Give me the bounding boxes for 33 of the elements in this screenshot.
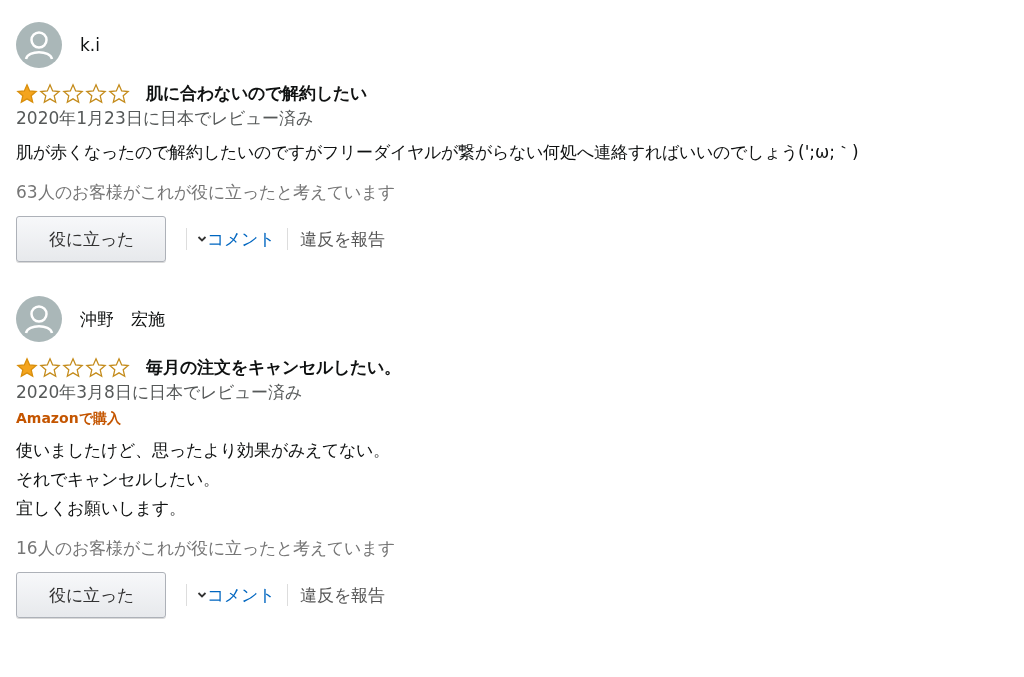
review-date: 2020年1月23日に日本でレビュー済み [16,107,314,130]
star-icon [39,356,61,379]
helpful-button[interactable]: 役に立った [16,572,166,618]
star-icon [108,356,130,379]
reviewer-name: 沖野 宏施 [80,307,165,331]
star-icon [16,82,38,105]
verified-purchase-label: Amazonで購入 [16,410,122,428]
helpful-count: 16人のお客様がこれが役に立ったと考えています [16,537,396,560]
star-icon [39,82,61,105]
comment-link[interactable]: コメント [207,583,275,607]
star-icon [62,82,84,105]
report-link[interactable]: 違反を報告 [300,227,385,251]
caret-icon[interactable] [197,235,207,243]
review-title[interactable]: 毎月の注文をキャンセルしたい。 [146,356,401,379]
star-icon [85,82,107,105]
review-title[interactable]: 肌に合わないので解約したい [146,82,367,105]
caret-icon[interactable] [197,591,207,599]
star-icon [108,82,130,105]
report-link[interactable]: 違反を報告 [300,583,385,607]
star-icon [85,356,107,379]
helpful-button[interactable]: 役に立った [16,216,166,262]
avatar-icon [16,22,62,68]
review-text-line: 使いましたけど、思ったより効果がみえてない。 [16,439,391,462]
review-text-line: それでキャンセルしたい。 [16,468,221,491]
star-icon [62,356,84,379]
avatar-icon [16,296,62,342]
review-text-line: 肌が赤くなったので解約したいのですがフリーダイヤルが繋がらない何処へ連絡すればいいのでしょう(';ω;｀) [16,141,860,164]
helpful-count: 63人のお客様がこれが役に立ったと考えています [16,181,396,204]
review-text-line: 宜しくお願いします。 [16,497,187,520]
star-icon [16,356,38,379]
review-date: 2020年3月8日に日本でレビュー済み [16,381,303,404]
comment-link[interactable]: コメント [207,227,275,251]
reviewer-name: k.i [80,35,100,55]
